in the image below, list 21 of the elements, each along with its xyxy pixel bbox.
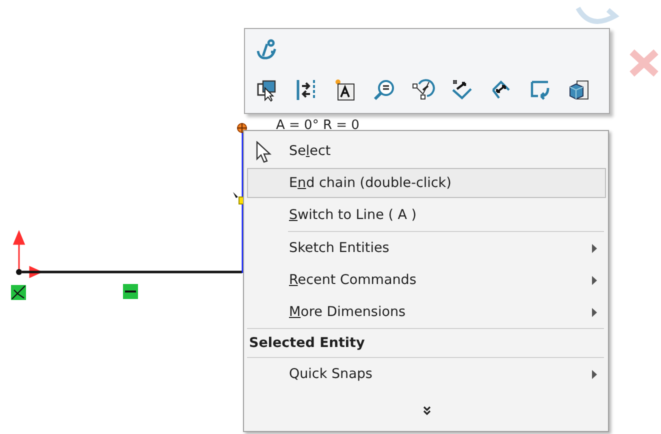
menu-item[interactable]: Select [247, 136, 606, 166]
menu-item[interactable]: Recent Commands [247, 265, 606, 295]
origin-axes-icon [13, 230, 43, 278]
menu-item[interactable]: Sketch Entities [247, 233, 606, 263]
submenu-arrow-icon [592, 370, 597, 379]
submenu-arrow-icon [592, 308, 597, 317]
menu-item[interactable]: End chain (double-click) [247, 168, 606, 198]
fixed-relation-icon [11, 285, 26, 300]
horizontal-relation-icon [123, 284, 138, 299]
menu-item[interactable]: Quick Snaps [247, 359, 606, 389]
endpoint-marker-icon [236, 122, 248, 134]
pointer-icon [256, 141, 272, 163]
submenu-arrow-icon [592, 276, 597, 285]
expand-icon[interactable] [422, 406, 430, 416]
menu-item[interactable]: Switch to Line ( A ) [247, 200, 606, 230]
menu-section-header: Selected Entity [248, 334, 366, 353]
submenu-arrow-icon [592, 244, 597, 253]
dimension-readout: A = 0° R = 0 [276, 118, 360, 133]
zoom-icon[interactable] [371, 77, 397, 103]
menu-item[interactable]: More Dimensions [247, 297, 606, 327]
cursor-icon [233, 192, 238, 198]
